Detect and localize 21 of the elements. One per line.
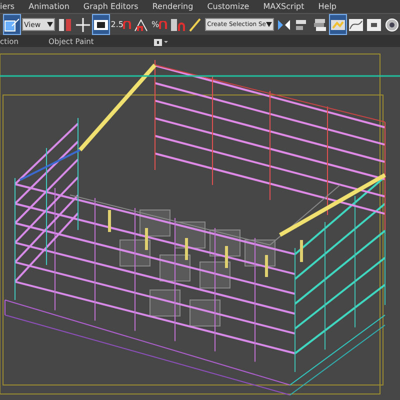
toolbar-button[interactable] <box>74 15 91 34</box>
pencil-icon <box>187 16 204 32</box>
magnet-icon <box>159 20 168 28</box>
caret-icon <box>46 22 53 27</box>
layers-icon <box>312 16 328 32</box>
snap-toggle-button[interactable]: % <box>151 15 168 34</box>
magnet-icon <box>123 20 132 28</box>
menu-item[interactable]: iers <box>0 2 15 11</box>
menu-item[interactable]: MAXScript <box>263 2 304 11</box>
menu-item[interactable]: Graph Editors <box>83 2 138 11</box>
menu-item[interactable]: Help <box>318 2 337 11</box>
menu-item[interactable]: Customize <box>207 2 250 11</box>
snap-toggle-button[interactable]: 2.5 <box>110 15 132 34</box>
toolbar-button[interactable] <box>92 15 109 34</box>
select-region-icon <box>4 16 20 32</box>
paint-icon <box>56 16 73 32</box>
toolbar-button[interactable] <box>4 15 20 34</box>
menu-item[interactable]: Rendering <box>152 2 194 11</box>
move-icon <box>74 16 91 32</box>
caret-icon <box>266 22 272 27</box>
menu-item[interactable]: Animation <box>28 2 70 11</box>
